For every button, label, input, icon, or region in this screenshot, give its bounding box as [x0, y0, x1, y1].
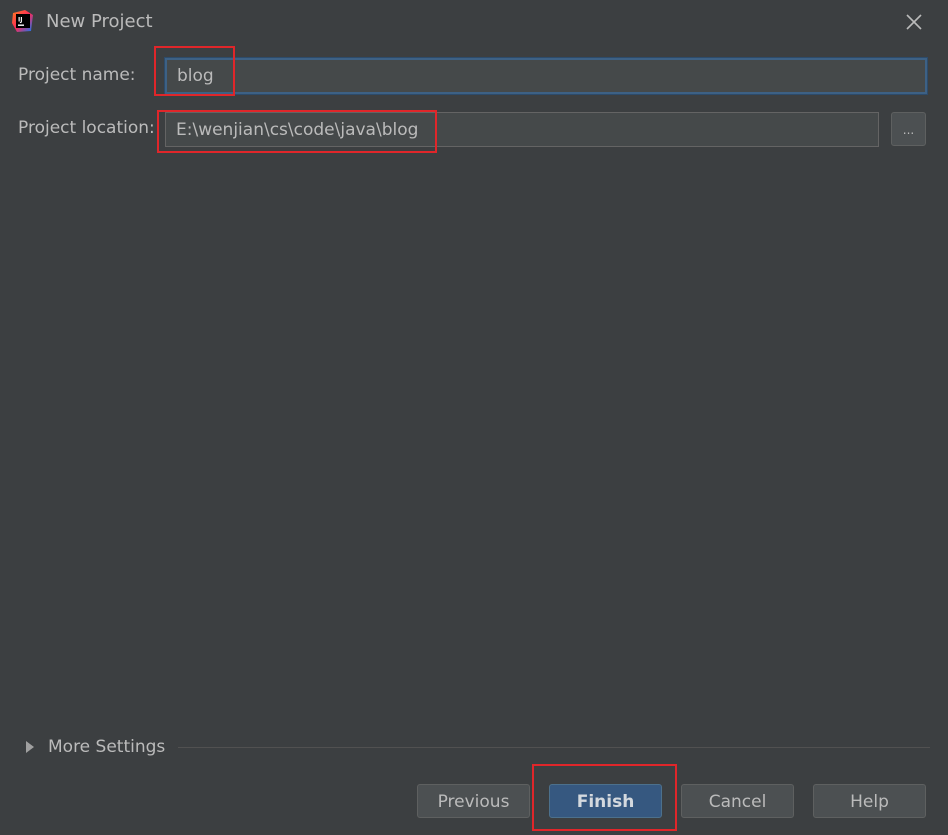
finish-button[interactable]: Finish	[549, 784, 662, 818]
project-location-input[interactable]	[165, 112, 879, 147]
more-settings-toggle[interactable]: More Settings	[22, 734, 165, 760]
cancel-button[interactable]: Cancel	[681, 784, 794, 818]
more-settings-label: More Settings	[48, 737, 166, 757]
title-bar: IJ New Project	[0, 0, 948, 44]
browse-button[interactable]: ...	[891, 112, 926, 146]
expand-triangle-icon	[26, 741, 34, 753]
dialog-title: New Project	[46, 11, 153, 32]
project-location-label: Project location:	[18, 118, 155, 138]
project-name-input[interactable]	[165, 58, 927, 94]
new-project-dialog: IJ New Project Project name: Project loc…	[0, 0, 948, 835]
close-icon[interactable]	[898, 6, 930, 38]
help-button[interactable]: Help	[813, 784, 926, 818]
intellij-idea-icon: IJ	[12, 10, 33, 32]
separator	[178, 747, 930, 748]
svg-text:IJ: IJ	[18, 17, 22, 24]
project-name-label: Project name:	[18, 65, 136, 85]
previous-button[interactable]: Previous	[417, 784, 530, 818]
